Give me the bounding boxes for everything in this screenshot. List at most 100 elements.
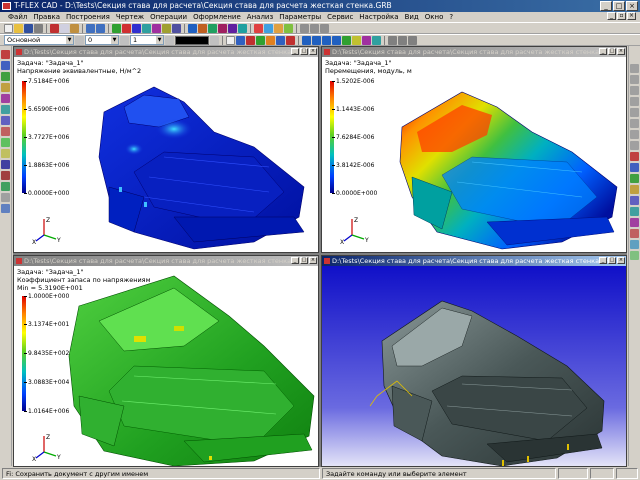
safety-window-title-bar[interactable]: D:\Tests\Секция става для расчета\Секция… [14, 256, 318, 266]
color-swatch[interactable] [175, 35, 209, 45]
zoom-all-icon[interactable] [630, 86, 639, 95]
color-dropdown-icon[interactable] [210, 35, 219, 45]
redo-icon[interactable] [96, 23, 105, 33]
menu-service[interactable]: Сервис [325, 12, 355, 22]
menu-window[interactable]: Окно [423, 12, 446, 22]
zoom-selection-icon[interactable] [630, 130, 639, 139]
refresh-icon[interactable] [630, 141, 639, 150]
view-top-icon[interactable] [312, 35, 321, 45]
layer-props-icon[interactable] [75, 35, 84, 45]
stress-window-title-bar[interactable]: D:\Tests\Секция става для расчета\Секция… [14, 47, 318, 57]
minimize-button[interactable]: _ [600, 1, 612, 11]
stress-viewport[interactable]: Задача: "Задача_1" Напряжение эквивалент… [14, 57, 318, 252]
zoom-out-icon[interactable] [630, 75, 639, 84]
menu-settings[interactable]: Настройка [357, 12, 400, 22]
snap-end-icon[interactable] [286, 35, 295, 45]
zoom-window-icon[interactable] [300, 23, 309, 33]
hatch-icon[interactable] [1, 105, 10, 114]
3d-node-icon[interactable] [1, 160, 10, 169]
material-icon[interactable] [630, 229, 639, 238]
node-icon[interactable] [1, 61, 10, 70]
displacement-viewport[interactable]: Задача: "Задача_1" Перемещения, модуль, … [322, 57, 626, 252]
displacement-minimize-button[interactable]: _ [599, 48, 607, 55]
snap-tangent-icon[interactable] [266, 35, 275, 45]
menu-constructions[interactable]: Построения [64, 12, 112, 22]
mesh-icon[interactable] [264, 23, 273, 33]
menu-parameters[interactable]: Параметры [277, 12, 323, 22]
wireframe-icon[interactable] [352, 35, 361, 45]
new-document-icon[interactable] [4, 23, 13, 33]
perspective-icon[interactable] [630, 196, 639, 205]
view-iso-icon[interactable] [332, 35, 341, 45]
results-icon[interactable] [284, 23, 293, 33]
text-tool-icon[interactable] [172, 23, 181, 33]
extrude-icon[interactable] [188, 23, 197, 33]
node-tool-icon[interactable] [122, 23, 131, 33]
menu-view[interactable]: Вид [403, 12, 421, 22]
chamfer-icon[interactable] [238, 23, 247, 33]
copy-icon[interactable] [60, 23, 69, 33]
safety-viewport[interactable]: Задача: "Задача_1" Коэффициент запаса по… [14, 266, 318, 466]
hidden-lines-icon[interactable] [630, 251, 639, 260]
circle-icon[interactable] [1, 83, 10, 92]
pan-view-icon[interactable] [630, 108, 639, 117]
3d-minimize-button[interactable]: _ [599, 257, 607, 264]
safety-minimize-button[interactable]: _ [291, 257, 299, 264]
boolean-icon[interactable] [218, 23, 227, 33]
cut-icon[interactable] [50, 23, 59, 33]
safety-maximize-button[interactable]: □ [300, 257, 308, 264]
displacement-maximize-button[interactable]: □ [608, 48, 616, 55]
menu-drawing[interactable]: Чертеж [114, 12, 146, 22]
displacement-window-title-bar[interactable]: D:\Tests\Секция става для расчета\Секция… [322, 47, 626, 57]
snap-line-icon[interactable] [236, 35, 245, 45]
select-tool-icon[interactable] [1, 50, 10, 59]
snap-grid-icon[interactable] [276, 35, 285, 45]
print-icon[interactable] [34, 23, 43, 33]
line-icon[interactable] [1, 72, 10, 81]
line-tool-icon[interactable] [112, 23, 121, 33]
mdi-minimize-button[interactable]: _ [607, 12, 616, 20]
snap-intersection-icon[interactable] [246, 35, 255, 45]
spline-tool-icon[interactable] [152, 23, 161, 33]
dimension-icon[interactable] [1, 127, 10, 136]
loft-icon[interactable] [208, 23, 217, 33]
arc-tool-icon[interactable] [142, 23, 151, 33]
stress-close-button[interactable]: × [309, 48, 317, 55]
3d-close-button[interactable]: × [617, 257, 625, 264]
lighting-icon[interactable] [362, 35, 371, 45]
ellipse-icon[interactable] [1, 94, 10, 103]
isometric-icon[interactable] [630, 152, 639, 161]
shading-icon[interactable] [342, 35, 351, 45]
line-width-combo[interactable]: 0 ▼ [85, 35, 119, 45]
view-front-icon[interactable] [302, 35, 311, 45]
workplane-icon[interactable] [1, 171, 10, 180]
body-icon[interactable] [1, 193, 10, 202]
fem-analysis-icon[interactable] [254, 23, 263, 33]
paste-icon[interactable] [70, 23, 79, 33]
displacement-close-button[interactable]: × [617, 48, 625, 55]
snap-center-icon[interactable] [256, 35, 265, 45]
rotate-view-icon[interactable] [388, 35, 397, 45]
circle-tool-icon[interactable] [132, 23, 141, 33]
dimension-tool-icon[interactable] [162, 23, 171, 33]
pan-icon[interactable] [320, 23, 329, 33]
zoom-fit-icon[interactable] [310, 23, 319, 33]
menu-analysis[interactable]: Анализ [245, 12, 275, 22]
fragment-icon[interactable] [1, 138, 10, 147]
stress-maximize-button[interactable]: □ [300, 48, 308, 55]
mdi-close-button[interactable]: × [627, 12, 636, 20]
picture-icon[interactable] [1, 149, 10, 158]
3d-viewport[interactable] [322, 266, 626, 466]
menu-help[interactable]: ? [447, 12, 455, 22]
view-side-icon[interactable] [322, 35, 331, 45]
maximize-button[interactable]: □ [613, 1, 625, 11]
priority-icon[interactable] [165, 35, 174, 45]
menu-operations[interactable]: Операции [148, 12, 189, 22]
light-icon[interactable] [630, 218, 639, 227]
3d-maximize-button[interactable]: □ [608, 257, 616, 264]
left-view-icon[interactable] [630, 185, 639, 194]
stress-results-window[interactable]: D:\Tests\Секция става для расчета\Секция… [13, 46, 319, 253]
zoom-previous-icon[interactable] [630, 97, 639, 106]
line-style-icon[interactable] [120, 35, 129, 45]
open-folder-icon[interactable] [14, 23, 23, 33]
